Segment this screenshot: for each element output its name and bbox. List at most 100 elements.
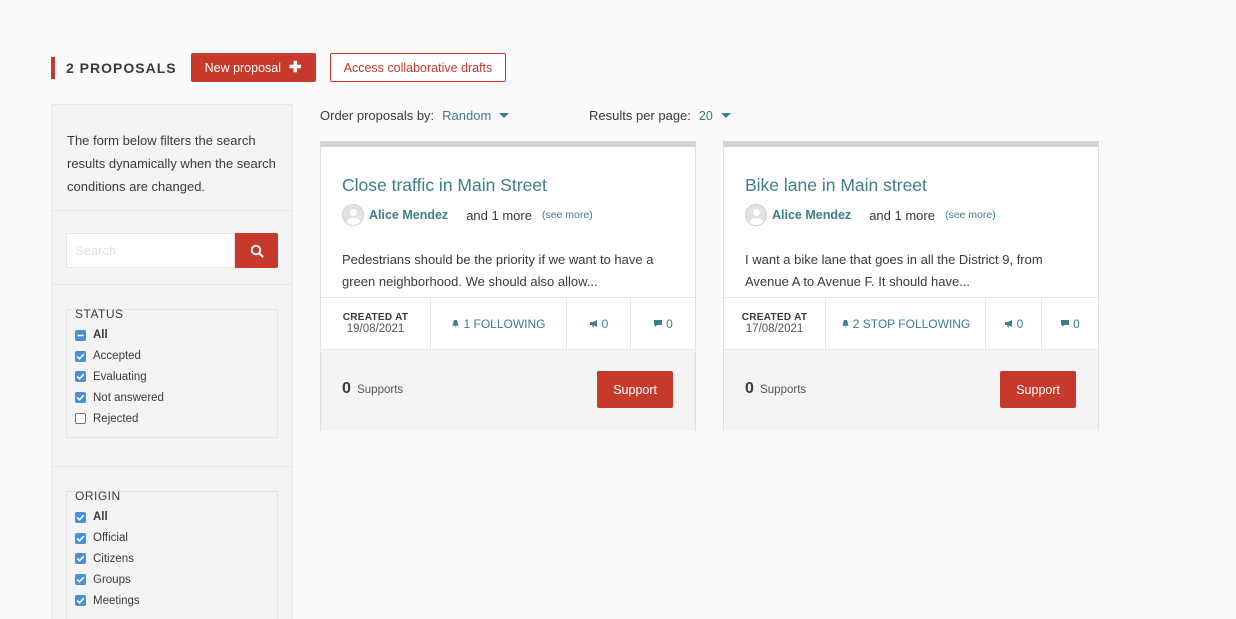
origin-option-label: All	[93, 511, 108, 524]
bell-icon	[841, 317, 850, 331]
chevron-down-icon[interactable]	[720, 113, 731, 118]
status-option-label: All	[93, 329, 108, 342]
follow-button[interactable]: 2 STOP FOLLOWING	[826, 298, 986, 349]
order-label: Order proposals by:	[320, 108, 435, 123]
megaphone-icon	[1004, 317, 1014, 331]
checkbox-checked-icon[interactable]	[75, 553, 86, 565]
created-at-label: CREATED AT	[342, 312, 409, 323]
comments-count: 0	[631, 298, 695, 349]
status-option-not-answered[interactable]: Not answered	[75, 387, 269, 408]
checkbox-checked-icon[interactable]	[75, 392, 86, 404]
checkbox-indeterminate-icon[interactable]	[75, 329, 86, 341]
comments-count: 0	[1042, 298, 1098, 349]
see-more-link[interactable]: (see more)	[542, 209, 593, 221]
support-footer: 0 Supports Support	[724, 350, 1098, 431]
checkbox-checked-icon[interactable]	[75, 595, 86, 607]
author-name-link[interactable]: Alice Mendez	[369, 208, 448, 222]
coauthors-count: and 1 more	[466, 207, 532, 223]
proposal-authors: Alice Mendez and 1 more (see more)	[745, 204, 996, 226]
proposal-stats: CREATED AT 19/08/2021 1 FOLLOWING 0 0	[321, 297, 695, 350]
section-divider	[51, 438, 293, 467]
see-more-link[interactable]: (see more)	[945, 209, 996, 221]
search-button[interactable]	[235, 233, 278, 268]
search-row	[52, 211, 292, 285]
checkbox-checked-icon[interactable]	[75, 574, 86, 586]
origin-legend: ORIGIN	[75, 489, 121, 503]
support-button[interactable]: Support	[597, 371, 673, 408]
status-option-label: Not answered	[93, 391, 164, 404]
origin-option-label: Official	[93, 532, 128, 545]
created-at-date: 19/08/2021	[346, 323, 405, 335]
order-selector: Order proposals by: Random	[320, 108, 510, 123]
support-footer: 0 Supports Support	[321, 350, 695, 431]
status-option-all[interactable]: All	[75, 325, 269, 346]
supports-label: Supports	[357, 384, 404, 396]
order-dropdown[interactable]: Random	[442, 108, 491, 123]
comments-value: 0	[666, 316, 673, 331]
avatar	[745, 204, 767, 226]
per-page-dropdown[interactable]: 20	[699, 109, 713, 123]
proposal-summary: Pedestrians should be the priority if we…	[342, 252, 654, 289]
status-option-rejected[interactable]: Rejected	[75, 408, 269, 429]
origin-option-groups[interactable]: Groups	[75, 569, 269, 590]
status-option-label: Evaluating	[93, 370, 147, 383]
proposal-card: Bike lane in Main street Alice Mendez an…	[723, 141, 1099, 431]
filter-intro-text: The form below filters the search result…	[52, 105, 292, 211]
origin-option-label: Citizens	[93, 552, 134, 565]
status-option-evaluating[interactable]: Evaluating	[75, 367, 269, 388]
created-at-date: 17/08/2021	[745, 323, 804, 335]
status-option-label: Accepted	[93, 350, 141, 363]
origin-option-official[interactable]: Official	[75, 528, 269, 549]
collaborative-drafts-button[interactable]: Access collaborative drafts	[329, 53, 507, 82]
plus-icon: ✚	[289, 59, 302, 76]
per-page-label: Results per page:	[589, 108, 691, 123]
proposals-header: 2 PROPOSALS New proposal ✚ Access collab…	[51, 53, 507, 82]
search-input[interactable]	[66, 233, 235, 268]
endorsements-count: 0	[567, 298, 631, 349]
author-name-link[interactable]: Alice Mendez	[772, 208, 851, 222]
supports-number: 0	[745, 380, 754, 397]
filter-sidebar: The form below filters the search result…	[51, 104, 293, 619]
support-button[interactable]: Support	[1000, 371, 1076, 408]
avatar	[342, 204, 364, 226]
follow-button[interactable]: 1 FOLLOWING	[431, 298, 567, 349]
created-at: CREATED AT 17/08/2021	[724, 298, 826, 349]
origin-option-all[interactable]: All	[75, 507, 269, 528]
status-option-accepted[interactable]: Accepted	[75, 346, 269, 367]
proposal-title-link[interactable]: Bike lane in Main street	[745, 175, 927, 196]
status-legend: STATUS	[75, 307, 124, 321]
proposal-summary: I want a bike lane that goes in all the …	[745, 252, 1043, 289]
proposal-title-link[interactable]: Close traffic in Main Street	[342, 175, 547, 196]
comment-icon	[1060, 317, 1070, 331]
proposal-authors: Alice Mendez and 1 more (see more)	[342, 204, 593, 226]
proposal-card: Close traffic in Main Street Alice Mende…	[320, 141, 696, 431]
created-at-label: CREATED AT	[741, 312, 808, 323]
status-filter: STATUS All Accepted Evaluating Not answe…	[66, 307, 278, 438]
new-proposal-button[interactable]: New proposal ✚	[190, 53, 316, 82]
checkbox-checked-icon[interactable]	[75, 371, 86, 383]
origin-option-label: Groups	[93, 573, 131, 586]
megaphone-icon	[589, 317, 599, 331]
per-page-selector: Results per page: 20	[589, 108, 731, 123]
new-proposal-label: New proposal	[204, 60, 282, 75]
supports-count: 0 Supports	[745, 380, 806, 398]
page-title: 2 PROPOSALS	[66, 59, 177, 76]
title-accent-bar	[51, 56, 55, 79]
checkbox-checked-icon[interactable]	[75, 532, 86, 544]
origin-option-citizens[interactable]: Citizens	[75, 549, 269, 570]
checkbox-checked-icon[interactable]	[75, 350, 86, 362]
proposal-stats: CREATED AT 17/08/2021 2 STOP FOLLOWING 0…	[724, 297, 1098, 350]
origin-option-label: Meetings	[93, 594, 140, 607]
endorsements-count: 0	[986, 298, 1042, 349]
supports-number: 0	[342, 380, 351, 397]
checkbox-checked-icon[interactable]	[75, 511, 86, 523]
supports-label: Supports	[760, 384, 807, 396]
chevron-down-icon[interactable]	[499, 113, 510, 118]
origin-option-meetings[interactable]: Meetings	[75, 590, 269, 611]
comment-icon	[653, 317, 663, 331]
status-option-label: Rejected	[93, 412, 139, 425]
follow-label: 2 STOP FOLLOWING	[852, 316, 971, 331]
checkbox-unchecked-icon[interactable]	[75, 413, 86, 425]
origin-filter: ORIGIN All Official Citizens Groups Meet…	[66, 489, 278, 619]
follow-label: 1 FOLLOWING	[463, 316, 546, 331]
